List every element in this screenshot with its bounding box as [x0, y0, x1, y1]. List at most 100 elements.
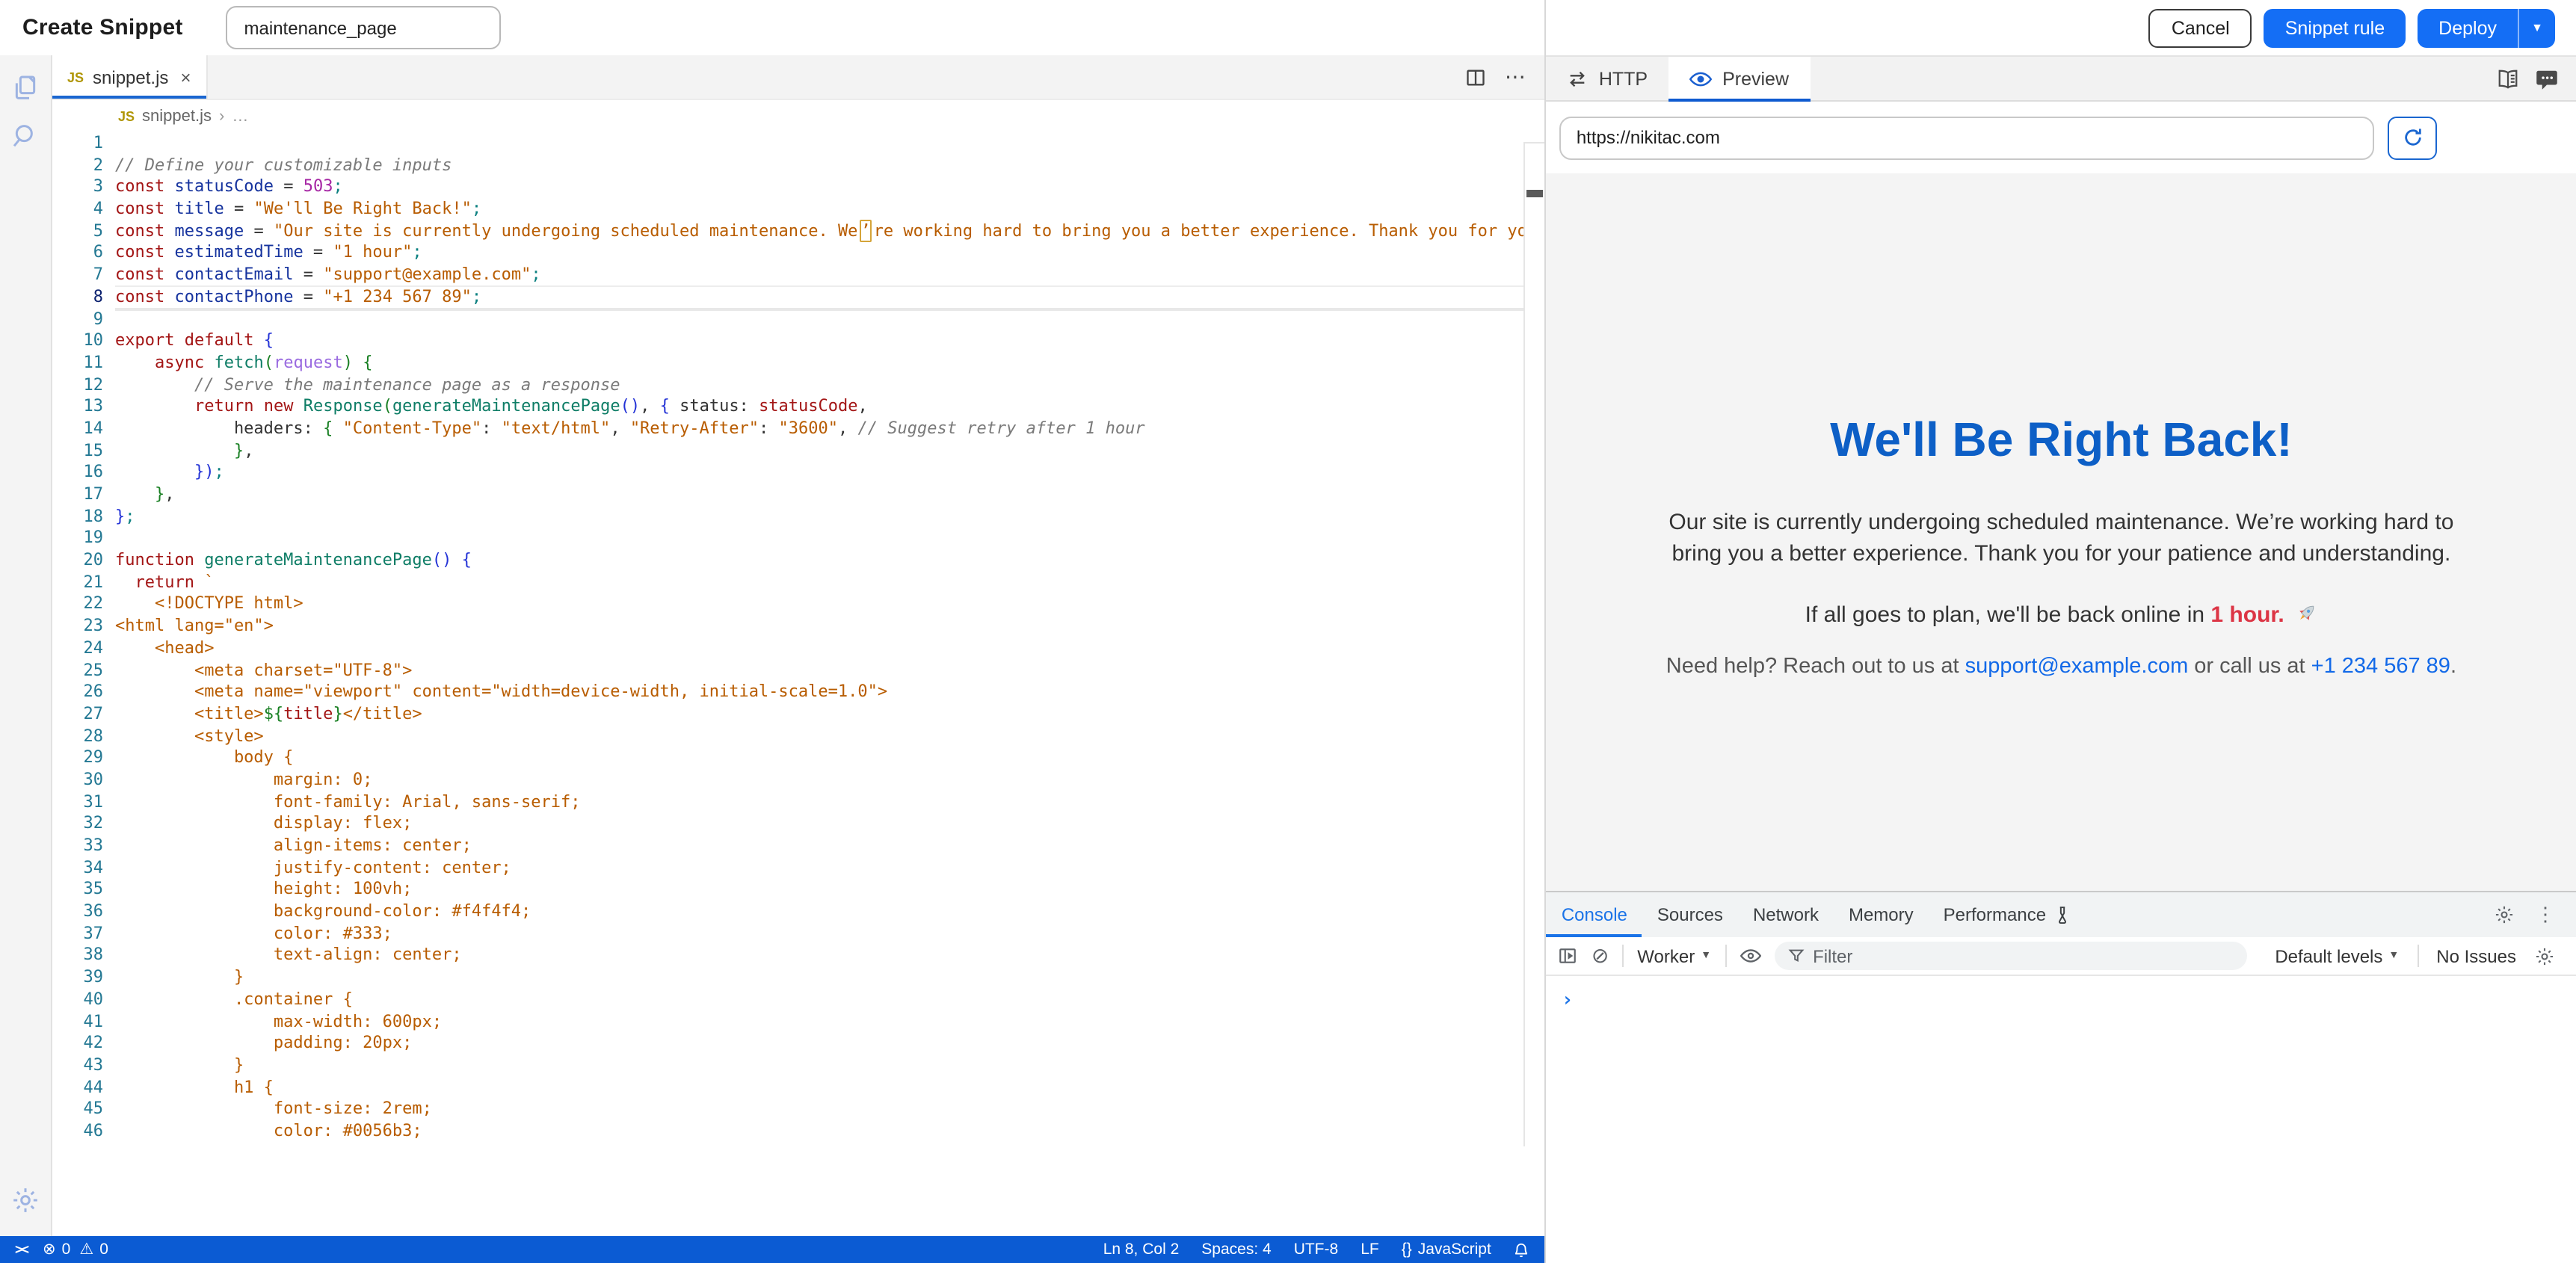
- log-levels-select[interactable]: Default levels▼: [2275, 945, 2399, 966]
- discord-chat-icon[interactable]: [2536, 68, 2558, 89]
- line-number[interactable]: 21: [52, 572, 103, 594]
- code-line[interactable]: 5const message = "Our site is currently …: [52, 221, 1545, 243]
- snippet-name-input[interactable]: [227, 6, 502, 49]
- tab-http[interactable]: HTTP: [1547, 57, 1668, 100]
- line-number[interactable]: 45: [52, 1099, 103, 1121]
- preview-url-input[interactable]: [1560, 116, 2375, 159]
- deploy-dropdown-button[interactable]: ▼: [2518, 8, 2555, 47]
- line-number[interactable]: 39: [52, 967, 103, 989]
- line-number[interactable]: 46: [52, 1121, 103, 1140]
- code-line[interactable]: 15 },: [52, 440, 1545, 462]
- code-line[interactable]: 26 <meta name="viewport" content="width=…: [52, 682, 1545, 703]
- code-line[interactable]: 44 h1 {: [52, 1077, 1545, 1099]
- code-line[interactable]: 36 background-color: #f4f4f4;: [52, 901, 1545, 923]
- code-line[interactable]: 2// Define your customizable inputs: [52, 155, 1545, 176]
- code-line[interactable]: 20function generateMaintenancePage() {: [52, 550, 1545, 572]
- code-line[interactable]: 4const title = "We'll Be Right Back!";: [52, 199, 1545, 220]
- line-number[interactable]: 38: [52, 945, 103, 967]
- files-icon[interactable]: [10, 73, 40, 103]
- console-output[interactable]: ›: [1547, 976, 2576, 1263]
- devtools-tab-console[interactable]: Console: [1547, 892, 1642, 937]
- line-number[interactable]: 37: [52, 924, 103, 945]
- support-email-link[interactable]: support@example.com: [1965, 655, 2189, 679]
- warnings-indicator[interactable]: ⚠0: [79, 1241, 108, 1259]
- code-line[interactable]: 32 display: flex;: [52, 814, 1545, 836]
- code-line[interactable]: 22 <!DOCTYPE html>: [52, 594, 1545, 616]
- line-number[interactable]: 2: [52, 155, 103, 176]
- code-line[interactable]: 8const contactPhone = "+1 234 567 89";: [52, 287, 1545, 309]
- live-expression-eye-icon[interactable]: [1740, 948, 1760, 964]
- line-number[interactable]: 22: [52, 594, 103, 616]
- code-line[interactable]: 35 height: 100vh;: [52, 880, 1545, 901]
- console-filter-input[interactable]: Filter: [1774, 942, 2246, 970]
- line-number[interactable]: 43: [52, 1055, 103, 1077]
- line-number[interactable]: 31: [52, 791, 103, 813]
- notifications-bell-icon[interactable]: [1514, 1241, 1530, 1258]
- code-line[interactable]: 43 }: [52, 1055, 1545, 1077]
- code-line[interactable]: 30 margin: 0;: [52, 770, 1545, 791]
- line-number[interactable]: 17: [52, 484, 103, 506]
- devtools-tab-performance[interactable]: Performance: [1929, 892, 2085, 937]
- code-line[interactable]: 7const contactEmail = "support@example.c…: [52, 265, 1545, 286]
- console-sidebar-toggle-icon[interactable]: [1559, 946, 1578, 966]
- code-line[interactable]: 21 return `: [52, 572, 1545, 594]
- line-number[interactable]: 13: [52, 397, 103, 419]
- line-number[interactable]: 12: [52, 374, 103, 396]
- devtools-tab-sources[interactable]: Sources: [1642, 892, 1738, 937]
- line-number[interactable]: 5: [52, 221, 103, 243]
- code-line[interactable]: 41 max-width: 600px;: [52, 1011, 1545, 1033]
- code-line[interactable]: 6const estimatedTime = "1 hour";: [52, 243, 1545, 265]
- refresh-button[interactable]: [2388, 116, 2438, 159]
- line-number[interactable]: 26: [52, 682, 103, 703]
- code-editor[interactable]: 12// Define your customizable inputs3con…: [52, 133, 1545, 1236]
- code-line[interactable]: 45 font-size: 2rem;: [52, 1099, 1545, 1121]
- line-number[interactable]: 28: [52, 726, 103, 747]
- line-number[interactable]: 30: [52, 770, 103, 791]
- breadcrumb-file[interactable]: snippet.js: [142, 108, 212, 126]
- line-number[interactable]: 18: [52, 506, 103, 528]
- breadcrumb[interactable]: JS snippet.js › …: [52, 100, 1545, 133]
- clear-console-icon[interactable]: ⊘: [1591, 943, 1609, 969]
- line-number[interactable]: 9: [52, 309, 103, 330]
- code-line[interactable]: 10export default {: [52, 330, 1545, 352]
- errors-indicator[interactable]: ⊗0: [43, 1241, 70, 1259]
- code-line[interactable]: 13 return new Response(generateMaintenan…: [52, 397, 1545, 419]
- line-number[interactable]: 14: [52, 419, 103, 440]
- code-line[interactable]: 39 }: [52, 967, 1545, 989]
- line-number[interactable]: 4: [52, 199, 103, 220]
- snippet-rule-button[interactable]: Snippet rule: [2264, 8, 2406, 47]
- line-number[interactable]: 23: [52, 616, 103, 637]
- code-line[interactable]: 33 align-items: center;: [52, 836, 1545, 857]
- tab-snippet-js[interactable]: JS snippet.js ×: [52, 55, 207, 99]
- code-line[interactable]: 16 });: [52, 463, 1545, 484]
- indentation[interactable]: Spaces: 4: [1201, 1241, 1271, 1259]
- line-number[interactable]: 34: [52, 857, 103, 879]
- docs-book-icon[interactable]: [2497, 68, 2519, 89]
- line-number[interactable]: 35: [52, 880, 103, 901]
- settings-gear-icon[interactable]: [10, 1185, 40, 1215]
- more-actions-icon[interactable]: ⋯: [1505, 64, 1527, 90]
- code-line[interactable]: 34 justify-content: center;: [52, 857, 1545, 879]
- code-line[interactable]: 23<html lang="en">: [52, 616, 1545, 637]
- kebab-menu-icon[interactable]: ⋮: [2536, 903, 2555, 927]
- tab-preview[interactable]: Preview: [1668, 57, 1810, 100]
- eol-type[interactable]: LF: [1361, 1241, 1379, 1259]
- code-line[interactable]: 37 color: #333;: [52, 924, 1545, 945]
- line-number[interactable]: 16: [52, 463, 103, 484]
- line-number[interactable]: 6: [52, 243, 103, 265]
- devtools-tab-memory[interactable]: Memory: [1834, 892, 1929, 937]
- code-line[interactable]: 14 headers: { "Content-Type": "text/html…: [52, 419, 1545, 440]
- code-line[interactable]: 25 <meta charset="UTF-8">: [52, 660, 1545, 682]
- code-line[interactable]: 19: [52, 528, 1545, 550]
- code-line[interactable]: 40 .container {: [52, 989, 1545, 1011]
- language-mode[interactable]: {}JavaScript: [1402, 1241, 1491, 1259]
- execution-context-select[interactable]: Worker▼: [1637, 945, 1711, 966]
- phone-link[interactable]: +1 234 567 89: [2311, 655, 2450, 679]
- console-prompt[interactable]: ›: [1562, 989, 1574, 1012]
- code-line[interactable]: 24 <head>: [52, 638, 1545, 660]
- cursor-position[interactable]: Ln 8, Col 2: [1103, 1241, 1180, 1259]
- cancel-button[interactable]: Cancel: [2149, 8, 2252, 47]
- line-number[interactable]: 8: [52, 287, 103, 309]
- breadcrumb-more[interactable]: …: [232, 108, 248, 126]
- devtools-settings-gear-icon[interactable]: [2494, 904, 2515, 925]
